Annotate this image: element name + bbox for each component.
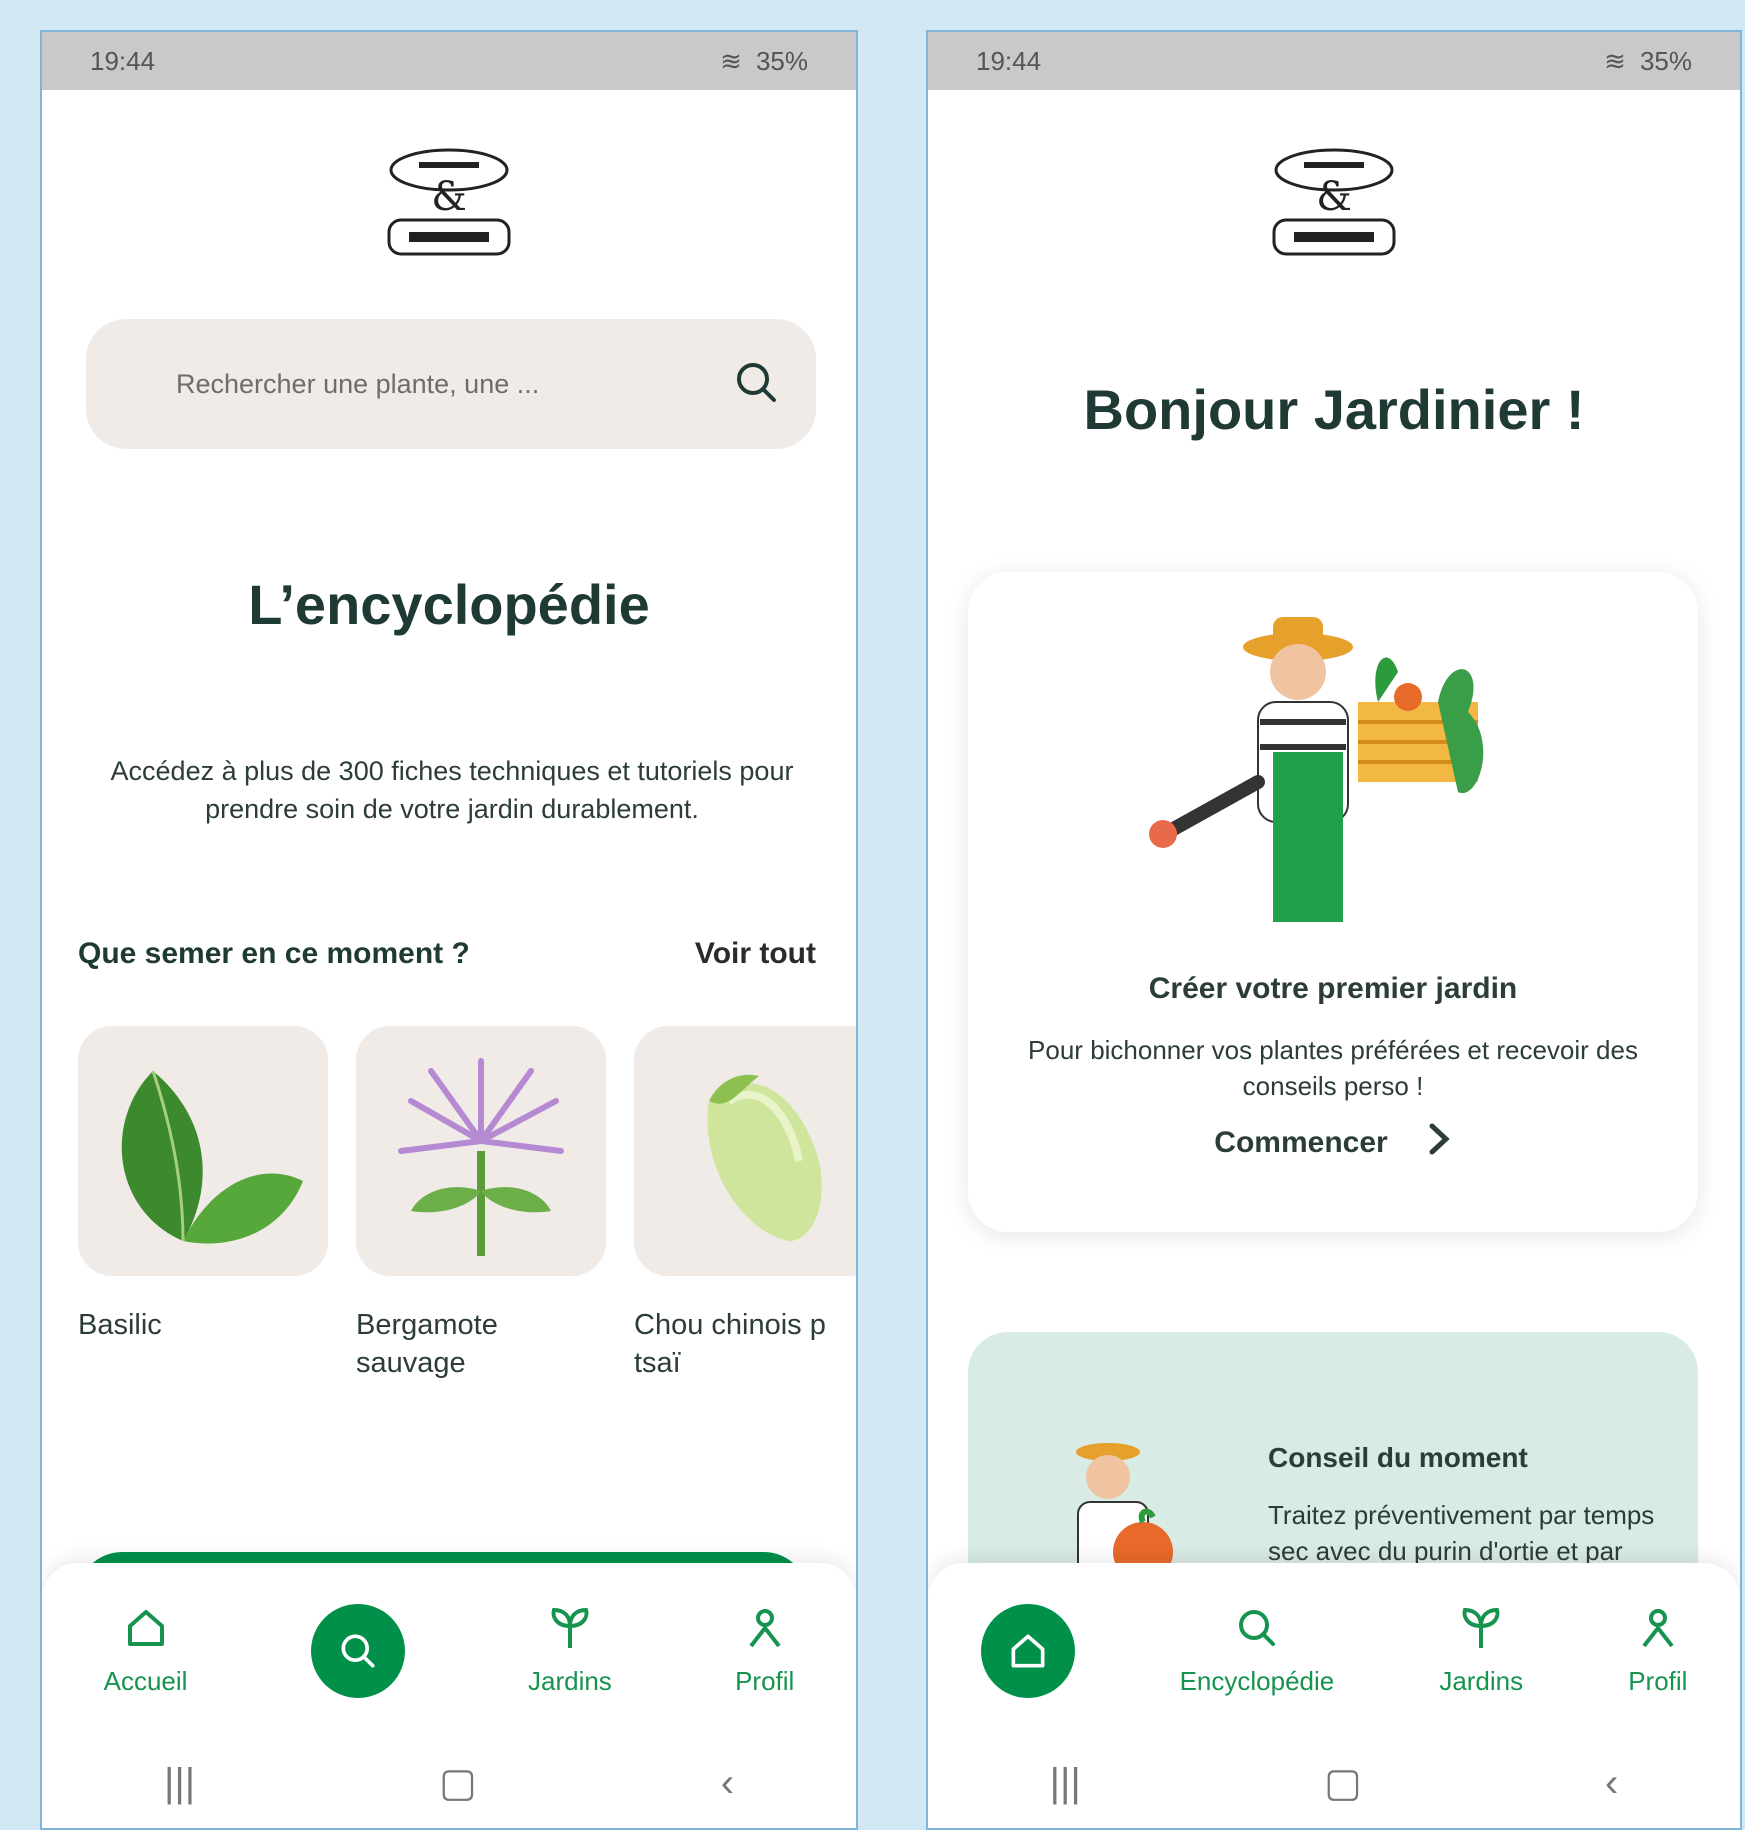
back-icon[interactable]: ‹ <box>721 1761 734 1806</box>
search-bar[interactable]: Rechercher une plante, une ... <box>86 319 816 449</box>
plant-carousel[interactable]: Basilic Bergamote sauvage Chou chinois p… <box>78 1026 856 1382</box>
plant-card-basilic[interactable]: Basilic <box>78 1026 328 1382</box>
recent-apps-icon[interactable]: ||| <box>1050 1761 1081 1806</box>
nav-home[interactable] <box>980 1603 1075 1698</box>
create-garden-card[interactable]: Créer votre premier jardin Pour bichonne… <box>968 572 1698 1232</box>
plant-name: Basilic <box>78 1309 162 1341</box>
wifi-icon: ≋ <box>1604 45 1626 76</box>
page-title: L’encyclopédie <box>248 573 650 636</box>
nav-gardens[interactable]: Jardins <box>1439 1604 1523 1697</box>
recent-apps-icon[interactable]: ||| <box>164 1761 195 1806</box>
plant-card-chou-chinois[interactable]: Chou chinois p tsaï <box>634 1026 856 1382</box>
nav-home[interactable]: Accueil <box>103 1604 188 1697</box>
phone-screen-home: 19:44 ≋ 35% & Bonjour Jardinier ! Créer … <box>926 30 1742 1830</box>
section-header: Que semer en ce moment ? Voir tout <box>78 937 816 971</box>
nav-gardens-label: Jardins <box>1439 1666 1524 1696</box>
bergamot-flower-image <box>356 1026 606 1276</box>
nav-encyclopedia-label: Encyclopédie <box>1179 1666 1335 1696</box>
nav-encyclopedia[interactable] <box>310 1603 405 1698</box>
bottom-nav: Accueil Jardins Profil <box>42 1563 856 1738</box>
start-button-label: Commencer <box>1214 1126 1388 1159</box>
chinese-cabbage-image <box>634 1026 856 1276</box>
sprout-icon <box>1462 1607 1500 1648</box>
start-button[interactable]: Commencer <box>968 1122 1698 1164</box>
profile-icon <box>1642 1609 1674 1648</box>
svg-text:&: & <box>431 174 467 220</box>
status-bar: 19:44 ≋ 35% <box>928 32 1740 90</box>
brand-logo: & <box>1264 140 1404 260</box>
brand-logo: & <box>379 140 519 260</box>
home-button-icon[interactable]: ▢ <box>1324 1760 1362 1806</box>
status-bar: 19:44 ≋ 35% <box>42 32 856 90</box>
basil-leaf-image <box>78 1026 328 1276</box>
see-all-link[interactable]: Voir tout <box>695 937 816 971</box>
greeting-title: Bonjour Jardinier ! <box>1083 378 1585 441</box>
page-description: Accédez à plus de 300 fiches techniques … <box>110 756 794 824</box>
tip-title: Conseil du moment <box>1268 1442 1528 1473</box>
search-input[interactable]: Rechercher une plante, une ... <box>176 369 732 400</box>
wifi-icon: ≋ <box>720 45 742 76</box>
nav-encyclopedia[interactable]: Encyclopédie <box>1179 1604 1335 1697</box>
nav-gardens[interactable]: Jardins <box>528 1604 612 1697</box>
home-icon <box>1011 1634 1045 1667</box>
phone-screen-encyclopedia: 19:44 ≋ 35% & Rechercher une plante, une… <box>40 30 858 1830</box>
search-icon[interactable] <box>732 358 780 411</box>
plant-name: Bergamote sauvage <box>356 1309 498 1379</box>
svg-text:&: & <box>1316 174 1352 220</box>
nav-profile[interactable]: Profil <box>1628 1604 1687 1697</box>
profile-icon <box>749 1609 781 1648</box>
status-time: 19:44 <box>976 45 1042 76</box>
nav-profile-label: Profil <box>735 1666 795 1696</box>
home-icon <box>127 1610 164 1646</box>
search-icon <box>341 1634 375 1667</box>
section-title: Que semer en ce moment ? <box>78 937 470 970</box>
gardener-illustration <box>1149 617 1484 922</box>
search-icon <box>1238 1610 1275 1646</box>
card-title: Créer votre premier jardin <box>1148 972 1518 1005</box>
plant-name: Chou chinois p tsaï <box>634 1309 826 1379</box>
chevron-right-icon <box>1428 1122 1452 1164</box>
nav-gardens-label: Jardins <box>527 1666 612 1696</box>
status-time: 19:44 <box>90 45 156 76</box>
system-nav-bar: ||| ▢ ‹ <box>42 1738 856 1828</box>
battery-level: 35% <box>1639 45 1692 76</box>
battery-level: 35% <box>755 45 808 76</box>
system-nav-bar: ||| ▢ ‹ <box>928 1738 1740 1828</box>
back-icon[interactable]: ‹ <box>1605 1761 1618 1806</box>
card-description: Pour bichonner vos plantes préférées et … <box>1028 1035 1638 1101</box>
bottom-nav: Encyclopédie Jardins Profil <box>928 1563 1740 1738</box>
nav-home-label: Accueil <box>103 1666 188 1696</box>
plant-card-bergamote[interactable]: Bergamote sauvage <box>356 1026 606 1382</box>
sprout-icon <box>551 1607 589 1648</box>
nav-profile-label: Profil <box>1628 1666 1688 1696</box>
nav-profile[interactable]: Profil <box>735 1604 794 1697</box>
home-button-icon[interactable]: ▢ <box>439 1760 477 1806</box>
